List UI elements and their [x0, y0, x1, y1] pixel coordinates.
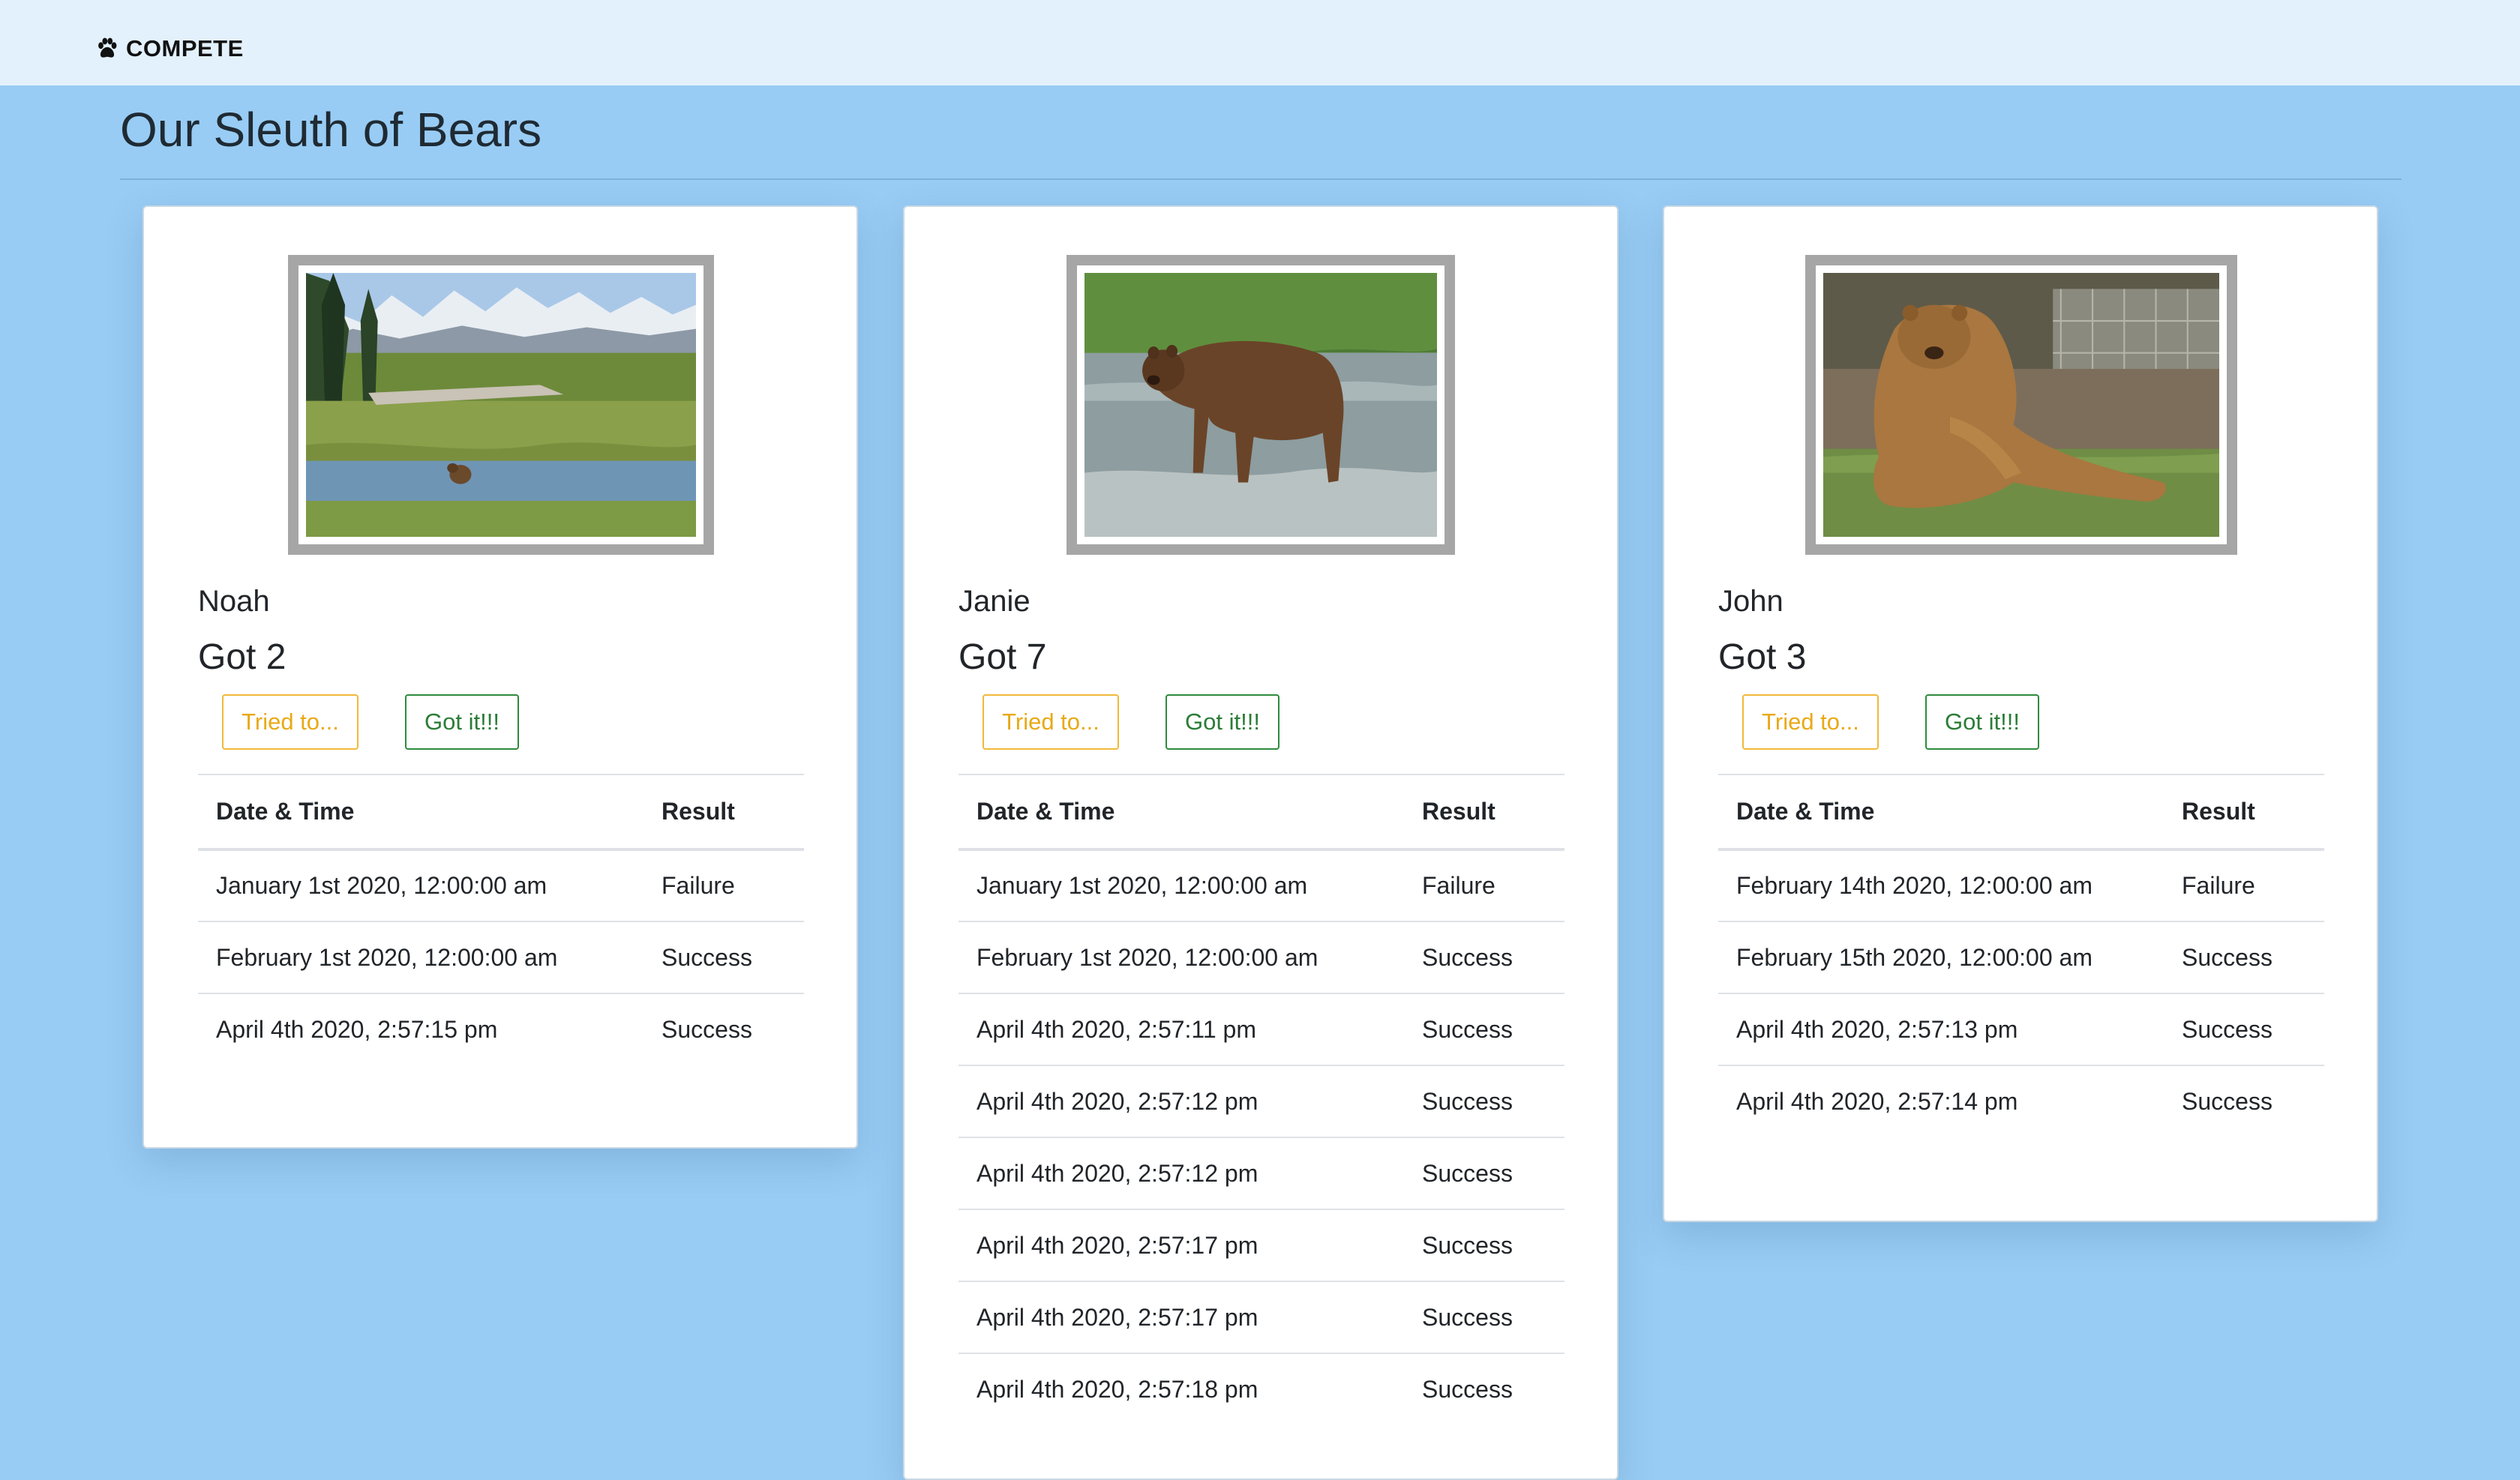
bear-photo-noah	[306, 273, 696, 537]
table-row: February 1st 2020, 12:00:00 am Success	[958, 921, 1564, 993]
attempt-result: Failure	[2164, 849, 2324, 921]
attempt-result: Success	[1404, 1281, 1564, 1353]
table-row: April 4th 2020, 2:57:12 pm Success	[958, 1065, 1564, 1137]
attempt-datetime: February 14th 2020, 12:00:00 am	[1718, 849, 2164, 921]
bear-photo-john	[1823, 273, 2219, 537]
bear-card-janie: Tried to... Got it!!! Janie Got 7 Date &…	[903, 205, 1618, 1480]
attempts-table: Date & Time Result February 14th 2020, 1…	[1718, 774, 2324, 1137]
header-result: Result	[1404, 774, 1564, 851]
title-divider	[120, 178, 2402, 180]
attempt-result: Success	[2164, 1065, 2324, 1137]
attempt-result: Success	[2164, 921, 2324, 993]
attempt-result: Success	[1404, 1137, 1564, 1209]
table-row: February 14th 2020, 12:00:00 am Failure	[1718, 849, 2324, 921]
table-header-row: Date & Time Result	[198, 774, 804, 851]
header-datetime: Date & Time	[1718, 774, 2164, 851]
table-row: April 4th 2020, 2:57:17 pm Success	[958, 1281, 1564, 1353]
table-row: April 4th 2020, 2:57:17 pm Success	[958, 1209, 1564, 1281]
table-row: January 1st 2020, 12:00:00 am Failure	[958, 849, 1564, 921]
attempt-datetime: April 4th 2020, 2:57:13 pm	[1718, 993, 2164, 1065]
attempt-result: Success	[644, 993, 804, 1065]
attempt-datetime: April 4th 2020, 2:57:12 pm	[958, 1065, 1404, 1137]
attempt-datetime: April 4th 2020, 2:57:17 pm	[958, 1209, 1404, 1281]
table-row: February 15th 2020, 12:00:00 am Success	[1718, 921, 2324, 993]
attempt-result: Success	[1404, 993, 1564, 1065]
table-row: April 4th 2020, 2:57:14 pm Success	[1718, 1065, 2324, 1137]
attempt-result: Success	[1404, 1353, 1564, 1425]
bear-name: John	[1718, 585, 1784, 618]
attempt-datetime: April 4th 2020, 2:57:11 pm	[958, 993, 1404, 1065]
bear-photo-frame	[1805, 255, 2237, 555]
table-row: April 4th 2020, 2:57:12 pm Success	[958, 1137, 1564, 1209]
table-row: April 4th 2020, 2:57:11 pm Success	[958, 993, 1564, 1065]
got-it-button[interactable]: Got it!!!	[1925, 694, 2039, 750]
attempts-table: Date & Time Result January 1st 2020, 12:…	[198, 774, 804, 1065]
attempt-datetime: April 4th 2020, 2:57:15 pm	[198, 993, 644, 1065]
got-it-button[interactable]: Got it!!!	[1166, 694, 1280, 750]
brand-name: COMPETE	[126, 35, 244, 61]
header-result: Result	[644, 774, 804, 851]
attempt-datetime: April 4th 2020, 2:57:17 pm	[958, 1281, 1404, 1353]
attempt-result: Success	[1404, 921, 1564, 993]
bear-photo-janie	[1084, 273, 1437, 537]
bear-got-count: Got 7	[958, 637, 1047, 677]
attempt-datetime: February 15th 2020, 12:00:00 am	[1718, 921, 2164, 993]
got-it-button[interactable]: Got it!!!	[405, 694, 519, 750]
bear-name: Janie	[958, 585, 1030, 618]
header-datetime: Date & Time	[198, 774, 644, 851]
attempt-datetime: April 4th 2020, 2:57:14 pm	[1718, 1065, 2164, 1137]
navbar: COMPETE	[0, 0, 2520, 85]
paw-icon	[94, 36, 120, 61]
attempt-result: Success	[1404, 1065, 1564, 1137]
table-row: January 1st 2020, 12:00:00 am Failure	[198, 849, 804, 921]
tried-button[interactable]: Tried to...	[982, 694, 1119, 750]
table-row: April 4th 2020, 2:57:18 pm Success	[958, 1353, 1564, 1425]
attempt-datetime: February 1st 2020, 12:00:00 am	[958, 921, 1404, 993]
attempt-datetime: January 1st 2020, 12:00:00 am	[198, 849, 644, 921]
table-header-row: Date & Time Result	[1718, 774, 2324, 851]
table-row: February 1st 2020, 12:00:00 am Success	[198, 921, 804, 993]
bear-name: Noah	[198, 585, 270, 618]
bear-got-count: Got 2	[198, 637, 286, 677]
attempt-result: Success	[1404, 1209, 1564, 1281]
page-title: Our Sleuth of Bears	[120, 103, 542, 157]
attempt-result: Success	[644, 921, 804, 993]
header-datetime: Date & Time	[958, 774, 1404, 851]
table-header-row: Date & Time Result	[958, 774, 1564, 851]
attempt-datetime: January 1st 2020, 12:00:00 am	[958, 849, 1404, 921]
table-row: April 4th 2020, 2:57:15 pm Success	[198, 993, 804, 1065]
bear-card-noah: Tried to... Got it!!! Noah Got 2 Date & …	[142, 205, 858, 1149]
header-result: Result	[2164, 774, 2324, 851]
tried-button[interactable]: Tried to...	[1742, 694, 1879, 750]
attempt-result: Failure	[644, 849, 804, 921]
attempt-result: Failure	[1404, 849, 1564, 921]
attempt-datetime: February 1st 2020, 12:00:00 am	[198, 921, 644, 993]
table-row: April 4th 2020, 2:57:13 pm Success	[1718, 993, 2324, 1065]
bear-photo-frame	[288, 255, 714, 555]
attempts-table: Date & Time Result January 1st 2020, 12:…	[958, 774, 1564, 1425]
bear-photo-frame	[1066, 255, 1455, 555]
attempt-result: Success	[2164, 993, 2324, 1065]
tried-button[interactable]: Tried to...	[222, 694, 358, 750]
attempt-datetime: April 4th 2020, 2:57:18 pm	[958, 1353, 1404, 1425]
bear-card-john: Tried to... Got it!!! John Got 3 Date & …	[1663, 205, 2378, 1222]
attempt-datetime: April 4th 2020, 2:57:12 pm	[958, 1137, 1404, 1209]
bear-got-count: Got 3	[1718, 637, 1807, 677]
brand-link[interactable]: COMPETE	[94, 32, 244, 65]
